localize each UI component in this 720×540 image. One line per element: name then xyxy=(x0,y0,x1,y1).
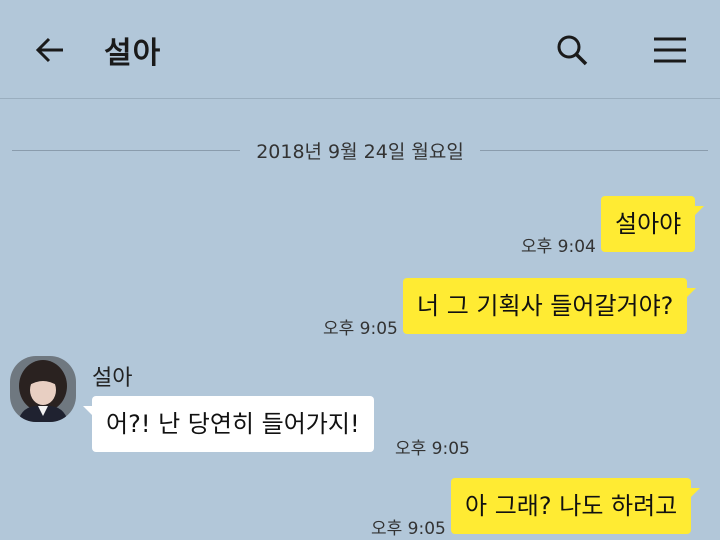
other-message-bubble[interactable]: 어?! 난 당연히 들어가지! xyxy=(83,396,374,452)
chat-header: 설아 xyxy=(0,0,720,99)
message-time: 오후 9:04 xyxy=(521,237,596,257)
profile-avatar[interactable] xyxy=(10,356,76,422)
my-message-bubble[interactable]: 설아야 xyxy=(601,196,705,252)
divider-line xyxy=(12,149,241,151)
search-icon xyxy=(557,35,588,66)
arrow-left-icon xyxy=(35,37,63,63)
message-time: 오후 9:05 xyxy=(371,519,446,539)
my-message-bubble[interactable]: 너 그 기획사 들어갈거야? xyxy=(403,278,697,334)
message-time: 오후 9:05 xyxy=(395,439,470,459)
divider-line xyxy=(479,149,708,151)
my-message-bubble[interactable]: 아 그래? 나도 하려고 xyxy=(451,478,701,534)
back-button[interactable] xyxy=(30,30,70,70)
date-label: 2018년 9월 24일 월요일 xyxy=(256,140,464,163)
avatar-image xyxy=(10,356,76,422)
hamburger-menu-icon xyxy=(654,37,686,63)
menu-button[interactable] xyxy=(650,30,690,70)
message-time: 오후 9:05 xyxy=(323,319,398,339)
search-button[interactable] xyxy=(552,30,592,70)
sender-name: 설아 xyxy=(92,366,133,391)
date-divider: 2018년 9월 24일 월요일 xyxy=(12,136,708,164)
chat-title: 설아 xyxy=(104,36,162,71)
